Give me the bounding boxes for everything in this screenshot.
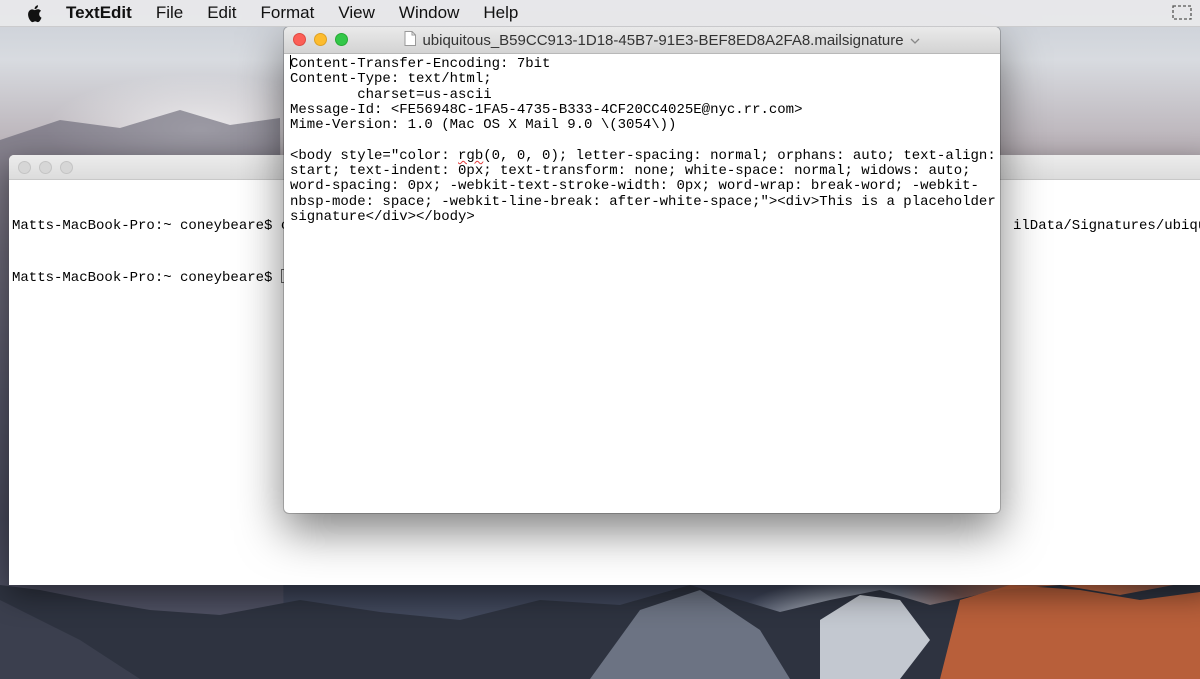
terminal-command-tail: ilData/Signatures/ubiquit	[1013, 218, 1200, 234]
terminal-close-button[interactable]	[18, 161, 31, 174]
misspelled-word[interactable]: rgb	[458, 148, 483, 164]
menu-file[interactable]: File	[144, 0, 195, 26]
document-icon[interactable]	[404, 30, 417, 50]
textedit-window[interactable]: ubiquitous_B59CC913-1D18-45B7-91E3-BEF8E…	[284, 27, 1000, 513]
zoom-button[interactable]	[335, 33, 348, 46]
terminal-prompt: Matts-MacBook-Pro:~ coneybeare$	[12, 270, 281, 286]
menu-view[interactable]: View	[326, 0, 387, 26]
terminal-zoom-button[interactable]	[60, 161, 73, 174]
document-line: <body style="color: rgb(0, 0, 0); letter…	[290, 147, 1000, 164]
document-line: Content-Transfer-Encoding: 7bit	[290, 55, 1000, 72]
document-text-area[interactable]: Content-Transfer-Encoding: 7bit Content-T…	[284, 54, 1000, 225]
menu-edit[interactable]: Edit	[195, 0, 248, 26]
apple-menu-icon[interactable]	[24, 2, 44, 24]
document-line: charset=us-ascii	[290, 86, 492, 103]
minimize-button[interactable]	[314, 33, 327, 46]
menu-format[interactable]: Format	[249, 0, 327, 26]
close-button[interactable]	[293, 33, 306, 46]
document-line: nbsp-mode: space; -webkit-line-break: af…	[290, 193, 996, 210]
menu-window[interactable]: Window	[387, 0, 471, 26]
menu-app-name[interactable]: TextEdit	[64, 0, 144, 26]
chevron-down-icon[interactable]	[910, 32, 920, 49]
terminal-minimize-button[interactable]	[39, 161, 52, 174]
header-line-encoding: Content-Transfer-Encoding: 7bit	[290, 56, 551, 72]
document-line: signature</div></body>	[290, 208, 475, 225]
document-line: Content-Type: text/html;	[290, 71, 492, 88]
blank-line: ​	[290, 133, 1000, 148]
textedit-titlebar[interactable]: ubiquitous_B59CC913-1D18-45B7-91E3-BEF8E…	[284, 27, 1000, 54]
document-line: word-spacing: 0px; -webkit-text-stroke-w…	[290, 178, 979, 195]
screen-share-icon[interactable]	[1172, 4, 1192, 22]
desktop-background: TextEdit File Edit Format View Window He…	[0, 0, 1200, 679]
menu-bar: TextEdit File Edit Format View Window He…	[0, 0, 1200, 27]
document-line: Message-Id: <FE56948C-1FA5-4735-B333-4CF…	[290, 101, 803, 118]
body-text-prefix: <body style="color:	[290, 147, 459, 164]
window-title-text: ubiquitous_B59CC913-1D18-45B7-91E3-BEF8E…	[422, 31, 904, 49]
menu-help[interactable]: Help	[471, 0, 530, 26]
window-title[interactable]: ubiquitous_B59CC913-1D18-45B7-91E3-BEF8E…	[404, 30, 920, 50]
body-text-suffix: (0, 0, 0); letter-spacing: normal; orpha…	[483, 147, 996, 164]
document-line: Mime-Version: 1.0 (Mac OS X Mail 9.0 \(3…	[290, 117, 677, 134]
document-line: start; text-indent: 0px; text-transform:…	[290, 163, 971, 180]
terminal-prompt: Matts-MacBook-Pro:~ coneybeare$	[12, 218, 281, 234]
